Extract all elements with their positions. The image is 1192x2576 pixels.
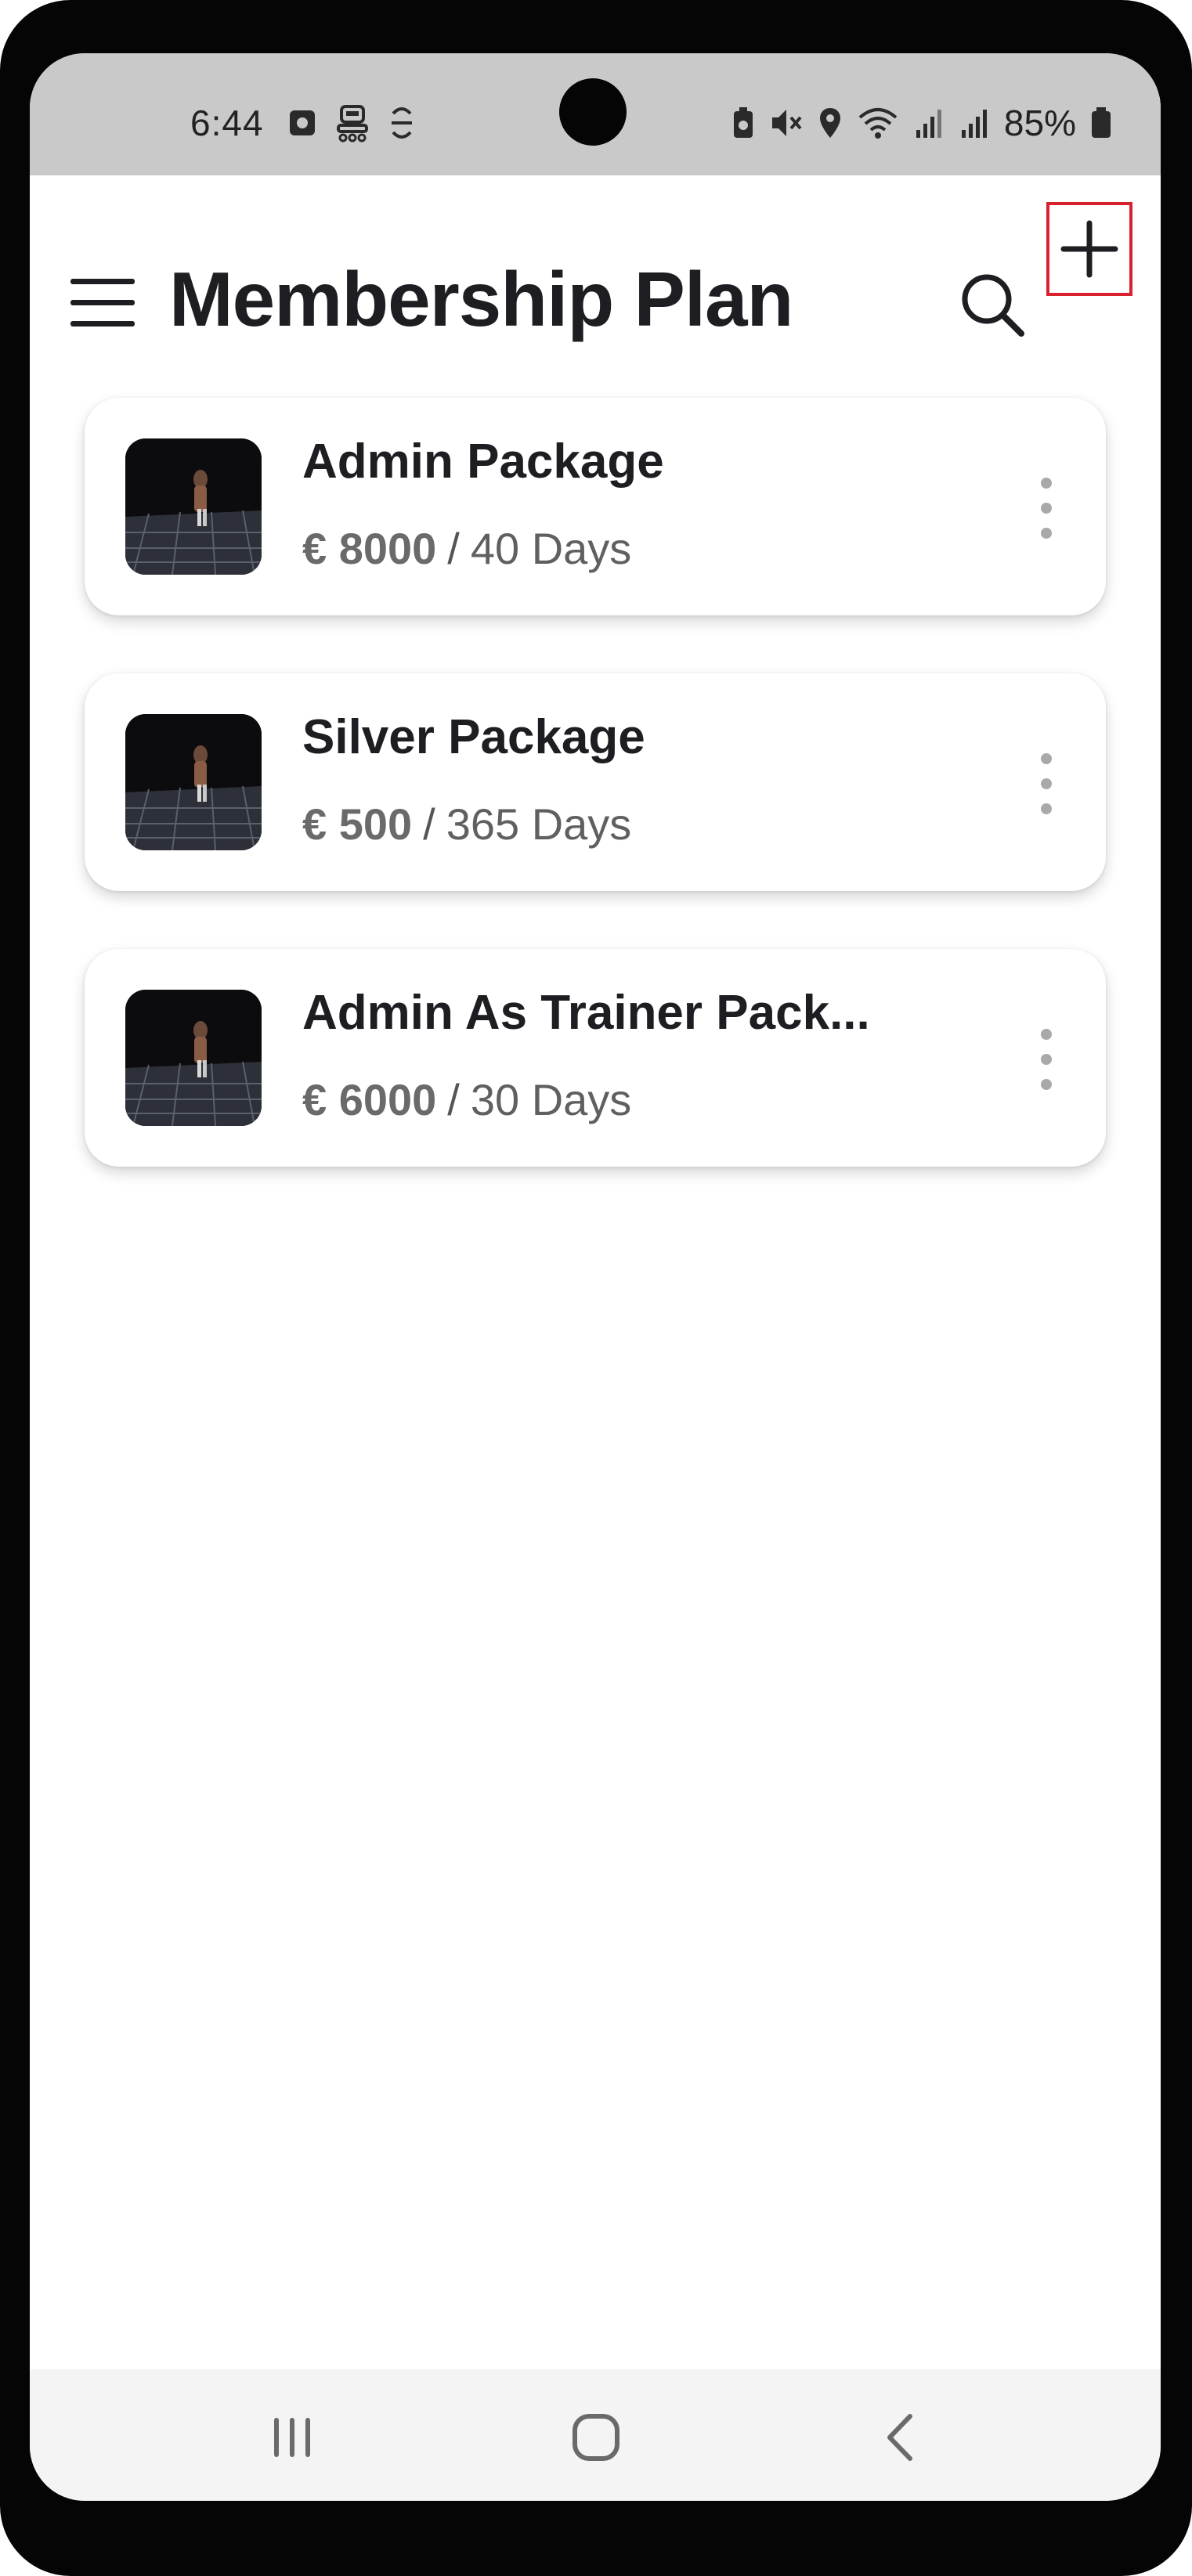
notification-icons — [288, 103, 415, 143]
plan-price: € 500 — [302, 799, 413, 849]
home-icon[interactable] — [561, 2402, 631, 2473]
battery-saver-icon — [733, 107, 753, 138]
plan-thumbnail — [125, 990, 262, 1126]
signal-icon-2 — [961, 110, 987, 138]
screen: 6:44 85% Membership Plan Admin Package €… — [30, 53, 1161, 2501]
plan-name: Admin As Trainer Pack... — [302, 986, 870, 1040]
status-time: 6:44 — [190, 103, 264, 143]
plan-duration: 30 Days — [470, 1075, 632, 1124]
more-options-icon[interactable] — [1031, 1029, 1062, 1090]
status-bar: 6:44 85% — [30, 53, 1161, 175]
plan-card[interactable]: Admin Package € 8000/40 Days — [85, 398, 1106, 615]
plan-price-row: € 8000/40 Days — [302, 523, 631, 574]
plan-thumbnail — [125, 438, 262, 575]
plan-price: € 6000 — [302, 1075, 437, 1124]
more-options-icon[interactable] — [1031, 753, 1062, 814]
front-camera — [559, 78, 627, 146]
plan-price: € 8000 — [302, 524, 437, 573]
plan-duration: 365 Days — [446, 799, 632, 849]
notification-app-icon — [290, 110, 315, 135]
battery-percent: 85% — [1003, 103, 1076, 143]
robot-icon — [337, 105, 368, 143]
page-title: Membership Plan — [169, 256, 793, 342]
system-nav-bar — [30, 2369, 1161, 2501]
add-plan-button[interactable] — [1046, 202, 1132, 296]
plan-list: Admin Package € 8000/40 Days Silver Pack… — [85, 398, 1106, 1225]
plus-icon — [1060, 220, 1118, 278]
plan-price-row: € 6000/30 Days — [302, 1074, 631, 1125]
plan-duration: 40 Days — [470, 524, 632, 573]
battery-icon — [1092, 107, 1111, 138]
hamburger-menu-icon[interactable] — [70, 277, 135, 329]
location-icon — [819, 108, 840, 138]
more-options-icon[interactable] — [1031, 478, 1062, 539]
plan-thumbnail — [125, 714, 262, 850]
price-separator: / — [447, 1075, 460, 1124]
wifi-icon — [858, 108, 898, 139]
plan-price-row: € 500/365 Days — [302, 799, 631, 850]
plan-card[interactable]: Admin As Trainer Pack... € 6000/30 Days — [85, 949, 1106, 1167]
plan-name: Silver Package — [302, 710, 645, 764]
status-right-icons: 85% — [731, 102, 1112, 144]
price-separator: / — [447, 524, 460, 573]
signal-icon-1 — [916, 110, 941, 138]
plan-card[interactable]: Silver Package € 500/365 Days — [85, 673, 1106, 891]
mute-icon — [771, 110, 802, 136]
sync-icon — [392, 107, 412, 139]
search-icon[interactable] — [959, 271, 1026, 338]
price-separator: / — [423, 799, 435, 849]
back-icon[interactable] — [866, 2402, 937, 2473]
plan-name: Admin Package — [302, 435, 664, 489]
recents-icon[interactable] — [257, 2402, 327, 2473]
device-frame: 6:44 85% Membership Plan Admin Package €… — [0, 0, 1192, 2576]
